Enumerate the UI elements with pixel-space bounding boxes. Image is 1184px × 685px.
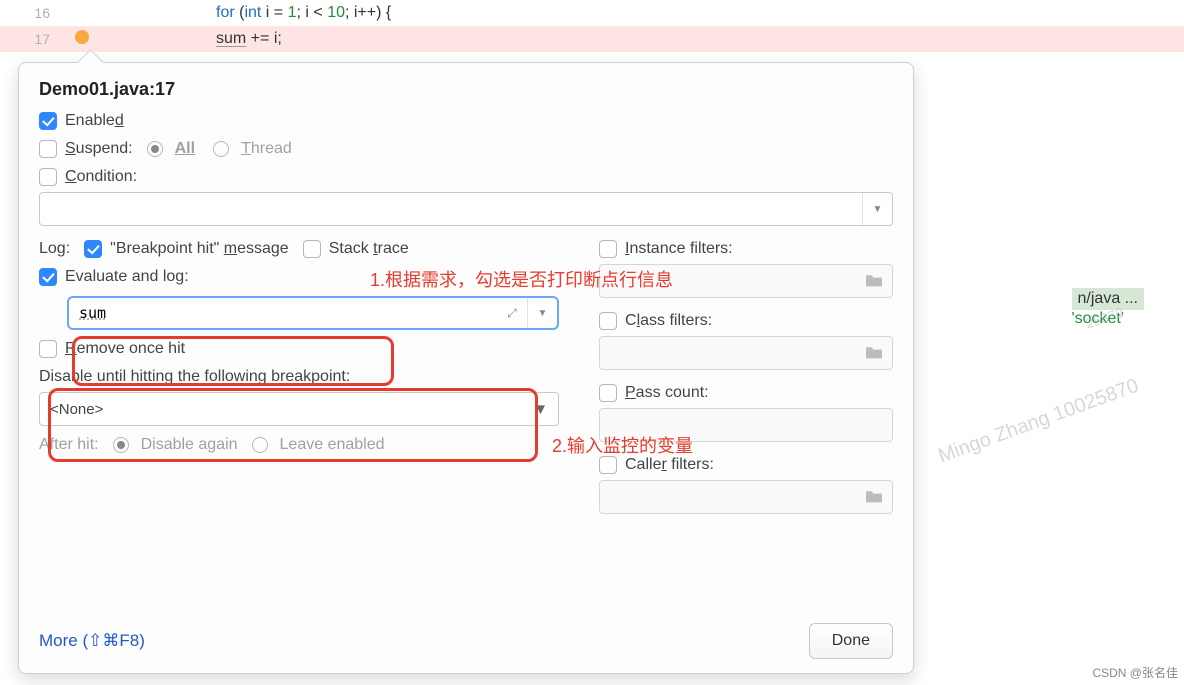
breakpoint-hit-label: "Breakpoint hit" message (110, 240, 289, 258)
checkbox-icon (39, 140, 57, 158)
remove-once-label: Remove once hit (65, 340, 185, 358)
breakpoint-settings-popover: Demo01.java:17 Enabled Suspend: All Thre… (18, 62, 914, 674)
condition-label: Condition: (65, 168, 137, 186)
checkbox-icon (84, 240, 102, 258)
class-filters-input[interactable] (599, 336, 893, 370)
evaluate-checkbox[interactable]: Evaluate and log: (39, 268, 189, 286)
done-button[interactable]: Done (809, 623, 893, 659)
attribution: CSDN @张名佳 (1092, 664, 1178, 681)
checkbox-icon (599, 384, 617, 402)
disable-until-select[interactable]: <None> ▼ (39, 392, 559, 426)
caller-filters-checkbox[interactable]: Caller filters: (599, 456, 893, 474)
breakpoint-hit-checkbox[interactable]: "Breakpoint hit" message (84, 240, 289, 258)
after-hit-leave-label: Leave enabled (280, 436, 385, 454)
code-editor-background: 16 for (int i = 1; i < 10; i++) { 17 sum… (0, 0, 1184, 52)
instance-filters-checkbox[interactable]: Instance filters: (599, 240, 893, 258)
popover-title: Demo01.java:17 (39, 79, 893, 100)
enabled-checkbox[interactable]: Enabled (39, 112, 124, 130)
caller-filters-label: Caller filters: (625, 456, 714, 474)
folder-icon[interactable] (864, 344, 884, 365)
condition-input[interactable] (40, 200, 862, 218)
class-filters-label: Class filters: (625, 312, 712, 330)
after-hit-label: After hit: (39, 436, 99, 454)
line-number: 16 (0, 5, 58, 21)
checkbox-icon (39, 268, 57, 286)
more-link[interactable]: More (⇧⌘F8) (39, 631, 145, 651)
suspend-checkbox[interactable]: Suspend: (39, 140, 133, 158)
chevron-down-icon[interactable]: ▼ (862, 193, 892, 225)
watermark: Mingo Zhang 10025870 (935, 375, 1141, 469)
folder-icon[interactable] (864, 272, 884, 293)
after-hit-disable-label: Disable again (141, 436, 238, 454)
radio-icon (252, 437, 268, 453)
disable-until-value: <None> (50, 401, 103, 418)
disable-until-label: Disable until hitting the following brea… (39, 368, 559, 386)
evaluate-label: Evaluate and log: (65, 268, 189, 286)
enabled-label: Enabled (65, 112, 124, 130)
checkbox-icon (599, 312, 617, 330)
suspend-label: Suspend: (65, 140, 133, 158)
suspend-thread-radio[interactable]: Thread (213, 140, 292, 158)
caller-filters-input[interactable] (599, 480, 893, 514)
checkbox-icon (39, 112, 57, 130)
instance-filters-input[interactable] (599, 264, 893, 298)
breakpoint-dot-icon[interactable] (75, 30, 89, 44)
pass-count-label: Pass count: (625, 384, 709, 402)
after-hit-leave-radio[interactable]: Leave enabled (252, 436, 385, 454)
instance-filters-label: Instance filters: (625, 240, 733, 258)
suspend-all-label: All (175, 140, 195, 158)
code-line-17: sum += i; (106, 30, 282, 48)
stack-trace-label: Stack trace (329, 240, 409, 258)
radio-icon (147, 141, 163, 157)
console-fragment: n/java ... 'socket' (1072, 288, 1144, 328)
checkbox-icon (39, 340, 57, 358)
log-label: Log: (39, 240, 70, 258)
radio-icon (213, 141, 229, 157)
checkbox-icon (303, 240, 321, 258)
pass-count-input[interactable] (599, 408, 893, 442)
checkbox-icon (39, 168, 57, 186)
chevron-down-icon: ▼ (533, 401, 548, 418)
line-number: 17 (0, 31, 58, 47)
expand-icon[interactable]: ⤢ (497, 298, 527, 328)
class-filters-checkbox[interactable]: Class filters: (599, 312, 893, 330)
pass-count-checkbox[interactable]: Pass count: (599, 384, 893, 402)
chevron-down-icon[interactable]: ▼ (527, 298, 557, 328)
stack-trace-checkbox[interactable]: Stack trace (303, 240, 409, 258)
radio-icon (113, 437, 129, 453)
condition-checkbox[interactable]: Condition: (39, 168, 137, 186)
folder-icon[interactable] (864, 488, 884, 509)
evaluate-input[interactable] (69, 304, 497, 322)
code-line-16: for (int i = 1; i < 10; i++) { (106, 4, 391, 22)
after-hit-disable-radio[interactable]: Disable again (113, 436, 238, 454)
checkbox-icon (599, 456, 617, 474)
remove-once-checkbox[interactable]: Remove once hit (39, 340, 185, 358)
suspend-thread-label: Thread (241, 140, 292, 158)
checkbox-icon (599, 240, 617, 258)
suspend-all-radio[interactable]: All (147, 140, 195, 158)
